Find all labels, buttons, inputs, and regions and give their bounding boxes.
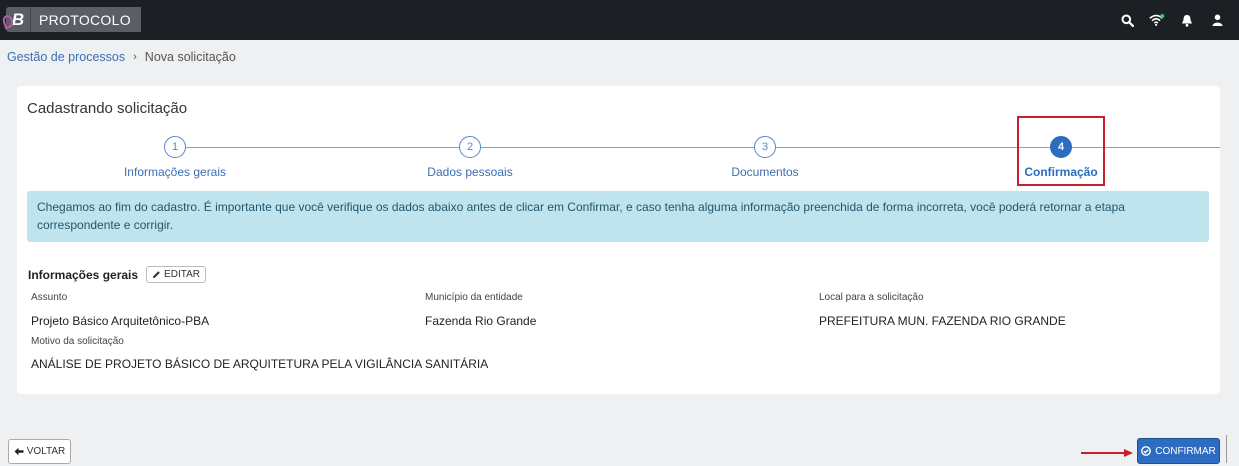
field-value-motivo: ANÁLISE DE PROJETO BÁSICO DE ARQUITETURA… <box>31 357 489 371</box>
section-info-gerais: Informações gerais EDITAR <box>28 266 206 283</box>
step-2-circle[interactable]: 2 <box>459 136 481 158</box>
module-name: PROTOCOLO <box>30 7 141 32</box>
user-icon[interactable] <box>1209 12 1225 28</box>
field-label-motivo: Motivo da solicitação <box>31 336 124 347</box>
confirm-button[interactable]: CONFIRMAR <box>1137 438 1220 464</box>
top-navbar: B PROTOCOLO <box>0 0 1239 40</box>
arrow-left-icon <box>14 447 24 456</box>
step-2-label[interactable]: Dados pessoais <box>427 165 512 179</box>
back-button[interactable]: VOLTAR <box>8 439 71 464</box>
annotation-highlight-box <box>1017 116 1105 186</box>
edit-button-label: EDITAR <box>164 269 200 280</box>
form-card: Cadastrando solicitação 1 Informações ge… <box>17 86 1220 394</box>
check-circle-icon <box>1141 446 1152 456</box>
bell-icon[interactable] <box>1179 12 1195 28</box>
breadcrumb-link-gestao[interactable]: Gestão de processos <box>7 50 125 64</box>
field-value-local: PREFEITURA MUN. FAZENDA RIO GRANDE <box>819 314 1066 328</box>
step-3-circle[interactable]: 3 <box>754 136 776 158</box>
brand-letter: B <box>6 7 30 32</box>
field-value-assunto: Projeto Básico Arquitetônico-PBA <box>31 314 210 328</box>
brand-logo[interactable]: B PROTOCOLO <box>6 7 141 32</box>
wifi-icon[interactable] <box>1149 12 1165 28</box>
breadcrumb-current: Nova solicitação <box>144 50 236 64</box>
annotation-arrow <box>1081 449 1133 457</box>
back-button-label: VOLTAR <box>26 446 66 457</box>
status-dot <box>1160 13 1165 19</box>
stepper: 1 Informações gerais 2 Dados pessoais 3 … <box>17 86 1220 186</box>
breadcrumb-separator: › <box>133 51 137 63</box>
top-icons <box>1119 12 1225 28</box>
info-alert: Chegamos ao fim do cadastro. É important… <box>27 191 1209 242</box>
field-label-assunto: Assunto <box>31 292 68 303</box>
search-icon[interactable] <box>1119 12 1135 28</box>
step-1-circle[interactable]: 1 <box>164 136 186 158</box>
field-value-municipio: Fazenda Rio Grande <box>425 314 537 328</box>
field-label-municipio: Município da entidade <box>425 292 523 303</box>
field-label-local: Local para a solicitação <box>819 292 924 303</box>
breadcrumb: Gestão de processos › Nova solicitação <box>7 50 236 64</box>
step-1-label[interactable]: Informações gerais <box>124 165 226 179</box>
step-3-label[interactable]: Documentos <box>731 165 798 179</box>
section-title: Informações gerais <box>28 267 139 282</box>
confirm-button-label: CONFIRMAR <box>1155 445 1216 457</box>
pencil-icon <box>153 271 160 278</box>
divider <box>1226 435 1227 463</box>
edit-button[interactable]: EDITAR <box>146 266 206 283</box>
